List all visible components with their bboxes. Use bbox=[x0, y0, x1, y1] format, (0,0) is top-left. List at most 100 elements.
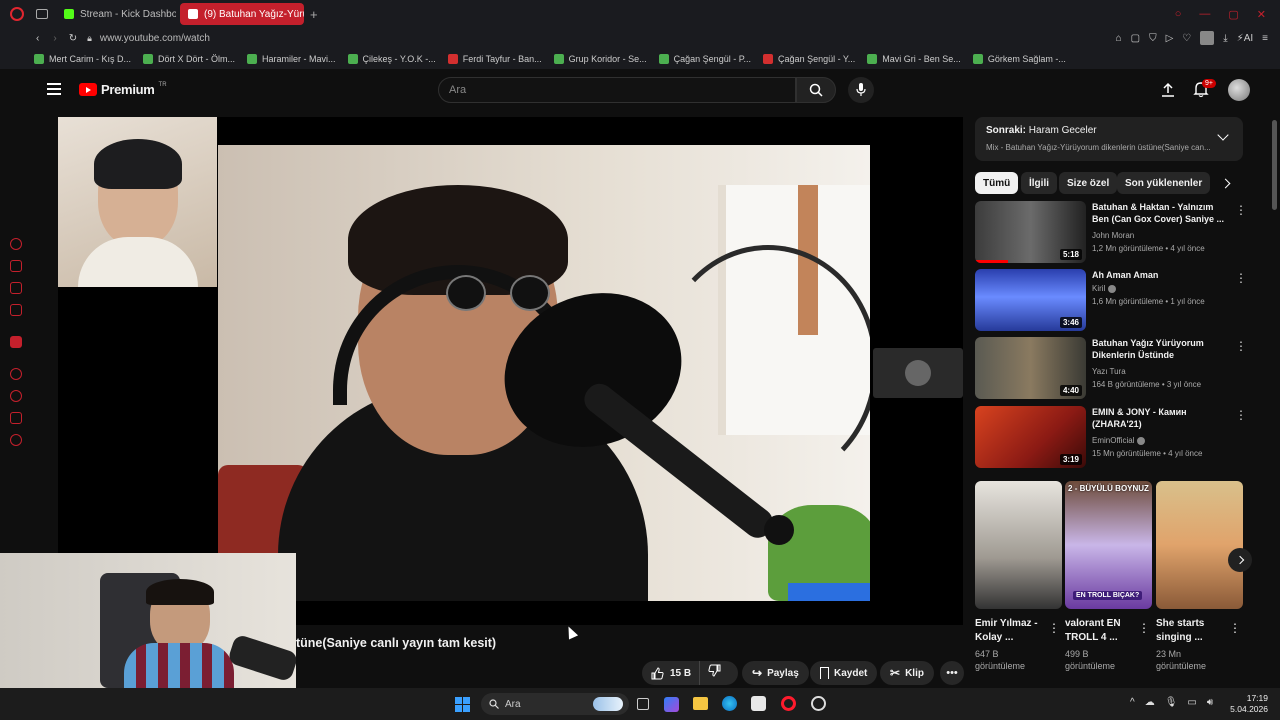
file-explorer-icon[interactable] bbox=[693, 697, 708, 710]
snapshot-icon[interactable]: ▢ bbox=[1131, 33, 1140, 44]
network-icon[interactable]: ☁︎ bbox=[1145, 697, 1155, 708]
video-player[interactable] bbox=[58, 117, 963, 625]
dislike-button[interactable] bbox=[700, 664, 721, 682]
taskbar-search[interactable]: Ara bbox=[481, 693, 629, 715]
start-button[interactable] bbox=[455, 697, 470, 712]
search-button[interactable] bbox=[796, 77, 836, 103]
chip-1[interactable]: İlgili bbox=[1021, 172, 1057, 194]
bookmark-item[interactable]: Haramiler - Mavi... bbox=[247, 53, 336, 64]
bookmark-item[interactable]: Görkem Sağlam -... bbox=[972, 53, 1066, 64]
opera-logo-icon[interactable] bbox=[10, 7, 24, 21]
sidebar-item-ai[interactable] bbox=[10, 260, 22, 272]
more-actions-button[interactable]: ••• bbox=[940, 661, 964, 685]
sidebar-item-twitch[interactable] bbox=[10, 336, 22, 348]
download-icon[interactable]: ⤓ bbox=[1223, 33, 1227, 44]
channel-name[interactable]: John Moran bbox=[1092, 231, 1134, 240]
chip-0[interactable]: Tümü bbox=[975, 172, 1019, 194]
widgets-icon[interactable] bbox=[664, 697, 679, 712]
chip-3[interactable]: Son yüklenenler bbox=[1117, 172, 1211, 194]
save-button[interactable]: Kaydet bbox=[810, 661, 878, 685]
store-icon[interactable] bbox=[751, 696, 766, 711]
sidebar-item-player[interactable] bbox=[10, 368, 22, 380]
url-field[interactable]: www.youtube.com/watch bbox=[100, 33, 210, 44]
recommendation-item[interactable]: 5:18 Batuhan & Haktan - Yalnızım Ben (Can… bbox=[975, 201, 1255, 265]
chevron-down-icon[interactable] bbox=[1217, 129, 1229, 141]
short-thumbnail[interactable]: 2 - BÜYÜLÜ BOYNUZ EN TROLL BIÇAK? bbox=[1065, 481, 1152, 609]
more-icon[interactable]: ⋮ bbox=[1235, 408, 1247, 422]
speaker-icon[interactable]: 🔊︎ bbox=[1207, 697, 1213, 708]
short-thumbnail[interactable] bbox=[975, 481, 1062, 609]
search-input[interactable]: Ara bbox=[438, 77, 796, 103]
video-title[interactable]: Batuhan Yağız Yürüyorum Dikenlerin Üstün… bbox=[1092, 337, 1227, 361]
upload-button[interactable] bbox=[1160, 82, 1176, 103]
chip-2[interactable]: Size özel bbox=[1059, 172, 1118, 194]
share-button[interactable]: ↪︎ Paylaş bbox=[742, 661, 809, 685]
channel-name[interactable]: EminOfficial bbox=[1092, 436, 1145, 445]
heart-icon[interactable]: ♡ bbox=[1182, 33, 1191, 44]
clip-button[interactable]: ✂︎ Klip bbox=[880, 661, 934, 685]
sidebar-item-messenger[interactable] bbox=[10, 238, 22, 250]
reload-icon[interactable]: ↻ bbox=[69, 33, 77, 44]
display-icon[interactable]: ▭ bbox=[1187, 697, 1196, 708]
voice-search-button[interactable] bbox=[848, 77, 874, 103]
tab-youtube[interactable]: (9) Batuhan Yağız-Yürü bbox=[180, 3, 304, 25]
short-item[interactable]: She starts singing ... 23 Mn görüntüleme ⋮ bbox=[1156, 481, 1243, 672]
bookmark-item[interactable]: Mavi Gri - Ben Se... bbox=[867, 53, 961, 64]
profile-avatar[interactable] bbox=[1200, 31, 1215, 45]
sidebar-item-settings[interactable] bbox=[10, 434, 22, 446]
menu-icon[interactable]: ≡ bbox=[1262, 33, 1268, 44]
tab-kick[interactable]: Stream - Kick Dashboa bbox=[56, 3, 176, 25]
video-thumbnail[interactable]: 5:18 bbox=[975, 201, 1086, 263]
short-thumbnail[interactable] bbox=[1156, 481, 1243, 609]
up-next-panel[interactable]: Sonraki: Haram Geceler Mix - Batuhan Yağ… bbox=[975, 117, 1243, 161]
video-title[interactable]: EMIN & JONY - Камин (ZHARA'21) bbox=[1092, 406, 1227, 430]
more-icon[interactable]: ⋮ bbox=[1235, 339, 1247, 353]
video-thumbnail[interactable]: 4:40 bbox=[975, 337, 1086, 399]
close-icon[interactable]: ✕ bbox=[1257, 8, 1266, 21]
more-icon[interactable]: ⋮ bbox=[1229, 621, 1241, 635]
sidebar-item-mail[interactable] bbox=[10, 304, 22, 316]
aria-ai-button[interactable]: ⚡︎AI bbox=[1237, 33, 1253, 44]
new-tab-button[interactable]: + bbox=[310, 7, 318, 22]
channel-name[interactable]: Yazı Tura bbox=[1092, 367, 1126, 376]
video-thumbnail[interactable]: 3:46 bbox=[975, 269, 1086, 331]
edge-icon[interactable] bbox=[722, 696, 737, 711]
opera-gx-icon[interactable] bbox=[811, 696, 826, 711]
task-view-icon[interactable] bbox=[637, 698, 649, 710]
more-icon[interactable]: ⋮ bbox=[1048, 621, 1060, 635]
page-scrollbar[interactable] bbox=[1272, 120, 1277, 210]
more-icon[interactable]: ⋮ bbox=[1235, 271, 1247, 285]
bookmark-item[interactable]: Grup Koridor - Se... bbox=[553, 53, 647, 64]
minimize-icon[interactable]: — bbox=[1199, 8, 1210, 21]
sidebar-item-extensions[interactable] bbox=[10, 412, 22, 424]
tab-list-icon[interactable] bbox=[36, 9, 48, 19]
sidebar-item-history[interactable] bbox=[10, 390, 22, 402]
bookmark-icon[interactable]: ⌂ bbox=[1116, 33, 1122, 44]
video-thumbnail[interactable]: 3:19 bbox=[975, 406, 1086, 468]
tray-chevron-icon[interactable]: ^ bbox=[1130, 697, 1135, 708]
short-title[interactable]: She starts singing ... bbox=[1156, 617, 1226, 645]
account-avatar[interactable] bbox=[1228, 79, 1250, 101]
short-item[interactable]: 2 - BÜYÜLÜ BOYNUZ EN TROLL BIÇAK? valorant… bbox=[1065, 481, 1152, 672]
bookmark-item[interactable]: Çağan Şengül - Y... bbox=[763, 53, 855, 64]
bookmark-item[interactable]: Dört X Dört - Ölm... bbox=[143, 53, 235, 64]
chips-next-icon[interactable] bbox=[1220, 178, 1231, 189]
recommendation-item[interactable]: 3:19 EMIN & JONY - Камин (ZHARA'21) EminOf… bbox=[975, 406, 1255, 470]
floating-preview[interactable] bbox=[873, 348, 963, 398]
video-title[interactable]: Ah Aman Aman bbox=[1092, 269, 1227, 281]
hamburger-menu-icon[interactable] bbox=[47, 83, 61, 95]
bookmark-item[interactable]: Çağan Şengül - P... bbox=[658, 53, 751, 64]
recommendation-item[interactable]: 3:46 Ah Aman Aman Kiril 1,6 Mn görüntüleme… bbox=[975, 269, 1255, 333]
more-icon[interactable]: ⋮ bbox=[1235, 203, 1247, 217]
mic-tray-icon[interactable]: 🎙︎ bbox=[1165, 697, 1178, 708]
bookmark-item[interactable]: Ferdi Tayfur - Ban... bbox=[447, 53, 542, 64]
channel-name[interactable]: Kiril bbox=[1092, 284, 1116, 293]
shield-icon[interactable]: ⛉ bbox=[1149, 33, 1157, 44]
youtube-premium-logo[interactable]: Premium TR bbox=[79, 82, 167, 97]
search-tabs-icon[interactable]: ○ bbox=[1175, 8, 1182, 21]
maximize-icon[interactable]: ▢ bbox=[1228, 8, 1238, 21]
more-icon[interactable]: ⋮ bbox=[1138, 621, 1150, 635]
clock[interactable]: 17:19 5.04.2026 bbox=[1228, 693, 1268, 715]
short-title[interactable]: valorant EN TROLL 4 ... bbox=[1065, 617, 1135, 645]
short-item[interactable]: Emir Yılmaz - Kolay ... 647 B görüntüleme… bbox=[975, 481, 1062, 672]
